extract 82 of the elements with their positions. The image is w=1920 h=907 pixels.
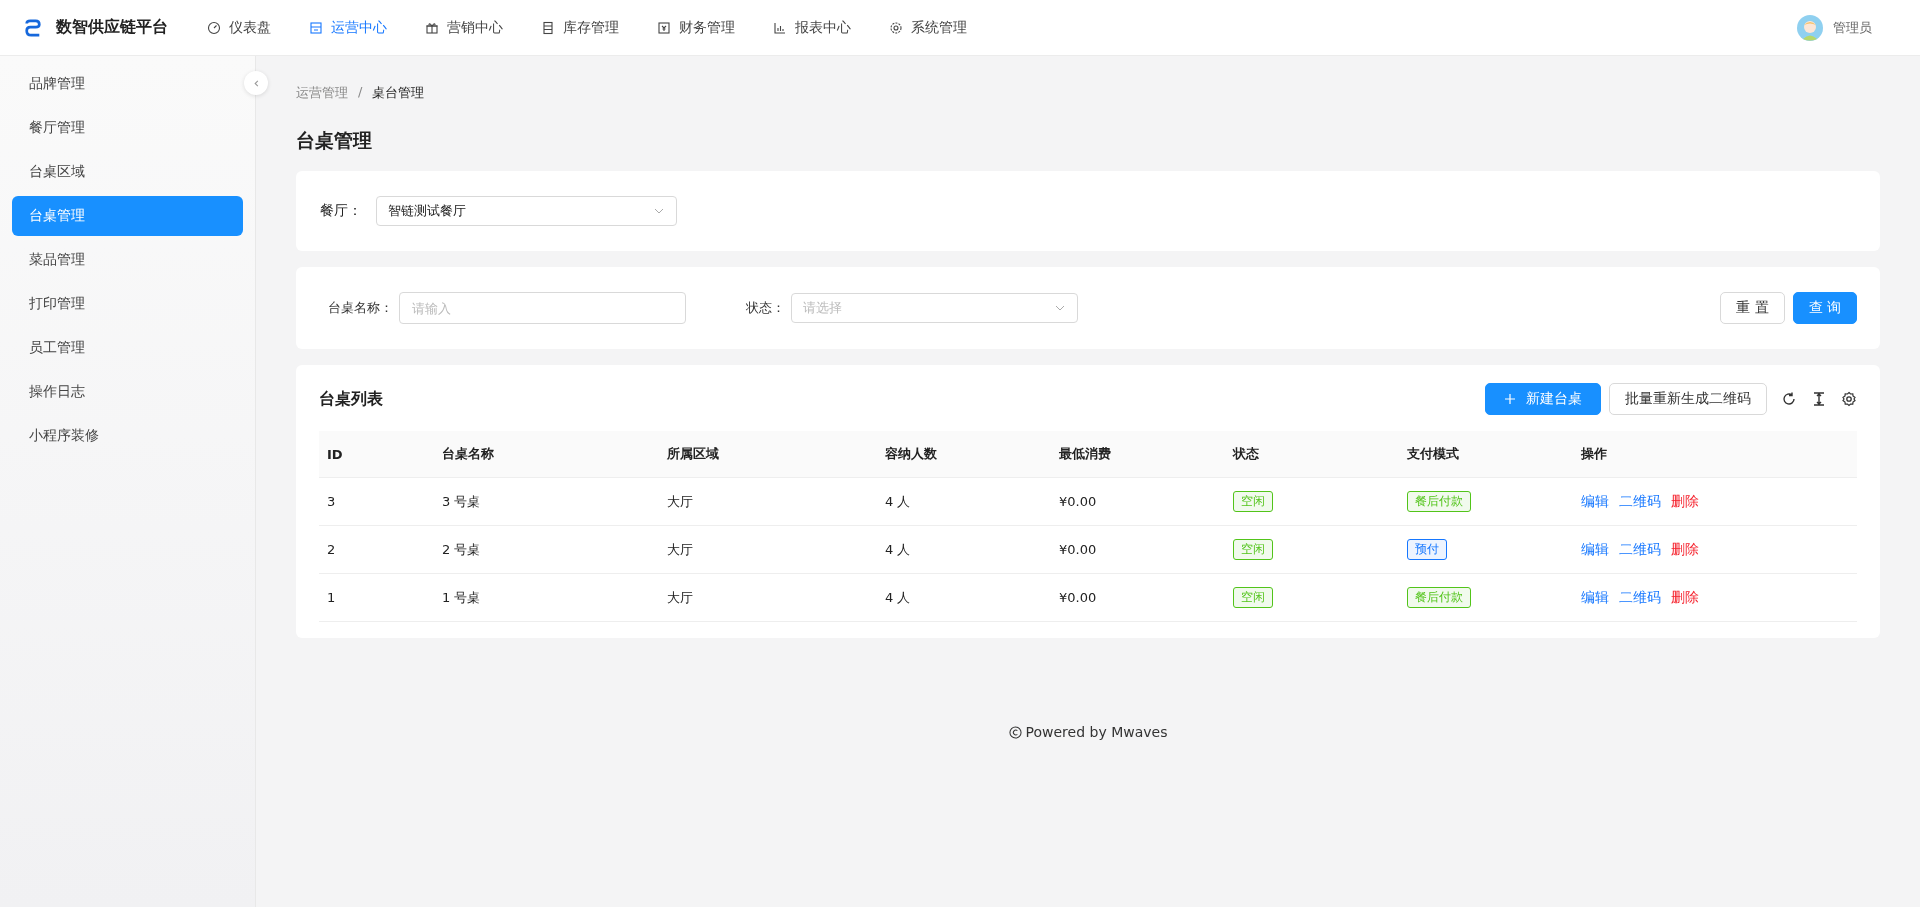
table-cell: ¥0.00 — [1051, 573, 1225, 622]
delete-link[interactable]: 删除 — [1671, 540, 1699, 557]
batch-qr-button[interactable]: 批量重新生成二维码 — [1609, 383, 1767, 415]
sidebar-item[interactable]: 品牌管理 — [12, 64, 243, 104]
table-cell: ¥0.00 — [1051, 525, 1225, 574]
table-cell: 大厅 — [659, 573, 877, 622]
restaurant-select[interactable]: 智链测试餐厅 — [376, 196, 677, 226]
nav-tab[interactable]: 库存管理 — [522, 18, 638, 37]
table-cell: 1 — [319, 573, 434, 622]
column-header: 容纳人数 — [877, 431, 1051, 478]
table-cell: ¥0.00 — [1051, 477, 1225, 526]
avatar-icon — [1797, 14, 1823, 41]
column-header: ID — [319, 431, 434, 478]
nav-tab[interactable]: 系统管理 — [870, 18, 986, 37]
gear-icon — [889, 20, 903, 35]
table-title: 台桌列表 — [319, 388, 383, 410]
sidebar-item[interactable]: 操作日志 — [12, 372, 243, 412]
plus-icon — [1504, 393, 1516, 405]
nav-tab[interactable]: 报表中心 — [754, 18, 870, 37]
edit-link[interactable]: 编辑 — [1581, 492, 1609, 509]
table-cell: 大厅 — [659, 525, 877, 574]
payment-tag: 预付 — [1407, 539, 1447, 560]
nav-tab[interactable]: 运营中心 — [290, 18, 406, 37]
breadcrumb-separator: / — [358, 84, 363, 101]
dashboard-icon — [207, 20, 221, 35]
column-header: 台桌名称 — [434, 431, 659, 478]
table-cell: 3 — [319, 477, 434, 526]
column-header: 状态 — [1225, 431, 1399, 478]
sidebar-item[interactable]: 员工管理 — [12, 328, 243, 368]
reset-button[interactable]: 重 置 — [1720, 292, 1785, 324]
column-header: 支付模式 — [1399, 431, 1573, 478]
nav-tab[interactable]: 仪表盘 — [188, 18, 290, 37]
nav-tab[interactable]: 营销中心 — [406, 18, 522, 37]
status-tag: 空闲 — [1233, 539, 1273, 560]
breadcrumb-item: 桌台管理 — [372, 84, 425, 102]
delete-link[interactable]: 删除 — [1671, 588, 1699, 605]
payment-tag: 餐后付款 — [1407, 491, 1471, 512]
table-cell: 2 号桌 — [434, 525, 659, 574]
gift-icon — [425, 20, 439, 35]
payment-tag: 餐后付款 — [1407, 587, 1471, 608]
cabinet-icon — [541, 20, 555, 35]
column-height-icon[interactable] — [1811, 391, 1827, 407]
qr-code-link[interactable]: 二维码 — [1619, 588, 1661, 605]
status-tag: 空闲 — [1233, 587, 1273, 608]
status-label: 状态： — [746, 299, 785, 317]
edit-link[interactable]: 编辑 — [1581, 540, 1609, 557]
footer-text: Powered by Mwaves — [1025, 724, 1168, 740]
table-cell: 4 人 — [877, 573, 1051, 622]
table-cell: 2 — [319, 525, 434, 574]
copyright-icon — [1008, 725, 1022, 739]
refresh-icon[interactable] — [1781, 391, 1797, 407]
edit-link[interactable]: 编辑 — [1581, 588, 1609, 605]
panel-icon — [309, 20, 323, 35]
qr-code-link[interactable]: 二维码 — [1619, 492, 1661, 509]
page-title: 台桌管理 — [296, 128, 373, 153]
logo-icon — [24, 18, 42, 37]
sidebar-item[interactable]: 菜品管理 — [12, 240, 243, 280]
calendar-icon — [657, 20, 671, 35]
sidebar-item[interactable]: 餐厅管理 — [12, 108, 243, 148]
sidebar-item[interactable]: 打印管理 — [12, 284, 243, 324]
sidebar-item[interactable]: 小程序装修 — [12, 416, 243, 456]
settings-icon[interactable] — [1841, 391, 1857, 407]
app-title: 数智供应链平台 — [56, 17, 168, 38]
column-header: 所属区域 — [659, 431, 877, 478]
name-label: 台桌名称： — [328, 299, 393, 317]
restaurant-label: 餐厅： — [320, 202, 362, 220]
column-header: 操作 — [1573, 431, 1857, 478]
user-name[interactable]: 管理员 — [1833, 18, 1872, 37]
name-input[interactable]: 请输入 — [399, 292, 686, 324]
qr-code-link[interactable]: 二维码 — [1619, 540, 1661, 557]
sidebar-item[interactable]: 台桌区域 — [12, 152, 243, 192]
delete-link[interactable]: 删除 — [1671, 492, 1699, 509]
table-cell: 1 号桌 — [434, 573, 659, 622]
status-tag: 空闲 — [1233, 491, 1273, 512]
bar-chart-icon — [773, 20, 787, 35]
table-cell: 大厅 — [659, 477, 877, 526]
chevron-left-icon — [251, 78, 261, 88]
column-header: 最低消费 — [1051, 431, 1225, 478]
table-cell: 4 人 — [877, 477, 1051, 526]
table-cell: 3 号桌 — [434, 477, 659, 526]
nav-tab[interactable]: 财务管理 — [638, 18, 754, 37]
table-cell: 4 人 — [877, 525, 1051, 574]
